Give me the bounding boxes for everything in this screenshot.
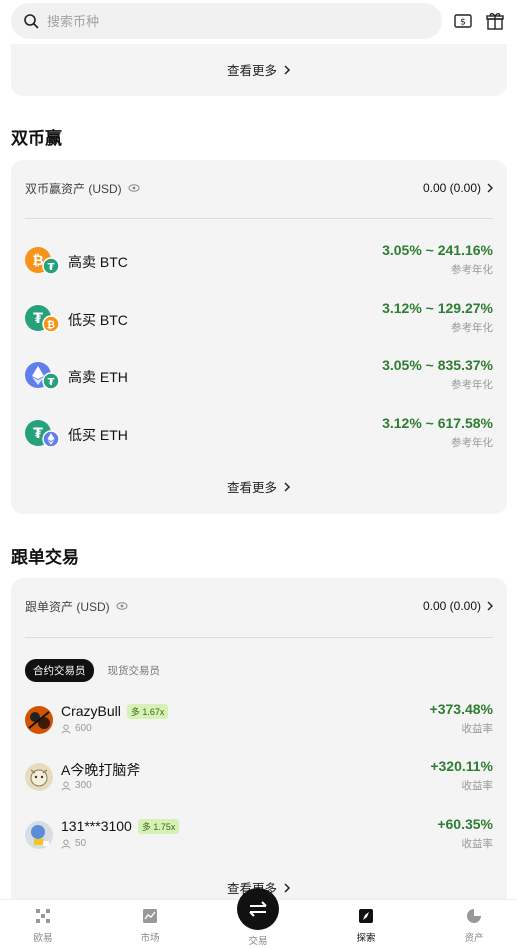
- search-input[interactable]: [47, 13, 407, 29]
- nav-item-assets[interactable]: 资产: [444, 908, 504, 944]
- trader-row[interactable]: CrazyBull 多 1.67x 600 +373.48% 收益率: [25, 701, 493, 741]
- svg-text:₮: ₮: [33, 426, 43, 442]
- btc-usdt-pair-icon: ₿ ₮: [25, 247, 60, 275]
- product-apr-label: 参考年化: [451, 264, 493, 276]
- trader-name: 131***3100: [61, 818, 132, 834]
- product-name: 低买 BTC: [68, 312, 128, 328]
- explore-compass-icon: [359, 909, 373, 923]
- divider: [25, 218, 493, 219]
- eth-usdt-pair-icon: ₮: [25, 362, 60, 390]
- gift-icon[interactable]: [485, 11, 505, 31]
- product-apr: 3.05% ~ 241.16%: [382, 242, 493, 258]
- nav-label: 欧易: [33, 933, 53, 944]
- dual-product-row[interactable]: ₮ ₿ 低买 BTC 3.12% ~ 129.27% 参考年化: [25, 298, 493, 338]
- search-icon: [24, 14, 39, 29]
- dollar-voucher-icon[interactable]: $: [453, 11, 473, 31]
- product-apr-label: 参考年化: [451, 322, 493, 334]
- product-name: 低买 ETH: [68, 427, 128, 443]
- follower-count: 50: [75, 838, 87, 849]
- follower-count: 300: [75, 780, 92, 791]
- divider: [25, 637, 493, 638]
- nav-label: 交易: [248, 936, 268, 947]
- svg-text:₿: ₿: [32, 253, 43, 269]
- user-icon: [61, 839, 71, 849]
- avatar: [25, 763, 53, 791]
- trader-return-label: 收益率: [461, 838, 494, 850]
- nav-label: 探索: [356, 933, 376, 944]
- chevron-right-icon: [284, 64, 291, 75]
- nav-label: 市场: [140, 933, 160, 944]
- usdt-btc-pair-icon: ₮ ₿: [25, 305, 60, 333]
- nav-item-market[interactable]: 市场: [120, 908, 180, 944]
- trader-name: CrazyBull: [61, 703, 121, 719]
- user-icon: [61, 724, 71, 734]
- copy-asset-row[interactable]: 跟单资产 (USD) 0.00 (0.00): [25, 596, 493, 616]
- leverage-badge: 多 1.75x: [137, 818, 180, 834]
- trader-return: +60.35%: [437, 816, 493, 832]
- trader-row[interactable]: 131***3100 多 1.75x 50 +60.35% 收益率: [25, 816, 493, 856]
- trader-row[interactable]: A今晚打脑斧 300 +320.11% 收益率: [25, 758, 493, 798]
- dual-asset-label: 双币赢资产 (USD): [25, 181, 122, 196]
- trader-return-label: 收益率: [461, 780, 494, 792]
- tab-spot-traders[interactable]: 现货交易员: [108, 663, 161, 678]
- dual-section-title: 双币赢: [11, 129, 62, 148]
- chevron-right-icon: [284, 481, 291, 492]
- trader-name: A今晚打脑斧: [61, 762, 141, 778]
- search-bar[interactable]: [11, 3, 442, 39]
- trader-return-label: 收益率: [461, 723, 494, 735]
- dual-card: 双币赢资产 (USD) 0.00 (0.00) ₿ ₮ 高卖 BTC 3.05% …: [11, 160, 507, 514]
- trader-type-tabs: 合约交易员 现货交易员: [25, 659, 160, 682]
- trader-return: +373.48%: [429, 701, 493, 717]
- product-apr: 3.05% ~ 835.37%: [382, 357, 493, 373]
- market-chart-icon: [143, 909, 157, 923]
- trader-return: +320.11%: [430, 758, 493, 774]
- dual-see-more-button[interactable]: 查看更多: [11, 477, 507, 496]
- assets-pie-icon: [467, 909, 481, 923]
- nav-label: 资产: [464, 933, 484, 944]
- copy-section-title: 跟单交易: [11, 548, 79, 567]
- nav-item-trade[interactable]: 交易: [228, 933, 288, 947]
- dual-product-row[interactable]: ₿ ₮ 高卖 BTC 3.05% ~ 241.16% 参考年化: [25, 240, 493, 280]
- user-icon: [61, 781, 71, 791]
- avatar: [25, 821, 53, 849]
- nav-item-okx[interactable]: 欧易: [13, 908, 73, 944]
- dual-asset-row[interactable]: 双币赢资产 (USD) 0.00 (0.00): [25, 178, 493, 198]
- top-bar: $: [0, 0, 517, 44]
- svg-text:₿: ₿: [47, 319, 55, 331]
- copy-asset-label: 跟单资产 (USD): [25, 599, 110, 614]
- product-apr: 3.12% ~ 129.27%: [382, 300, 493, 316]
- chevron-right-icon: [487, 601, 493, 611]
- see-more-label: 查看更多: [226, 64, 277, 78]
- dual-asset-value: 0.00 (0.00): [422, 181, 481, 195]
- product-apr-label: 参考年化: [451, 379, 493, 391]
- chevron-right-icon: [487, 183, 493, 193]
- dual-product-row[interactable]: ₮ 高卖 ETH 3.05% ~ 835.37% 参考年化: [25, 355, 493, 395]
- chevron-right-icon: [284, 882, 291, 893]
- product-apr-label: 参考年化: [451, 437, 493, 449]
- product-name: 高卖 BTC: [68, 254, 128, 270]
- product-name: 高卖 ETH: [68, 369, 128, 385]
- svg-text:$: $: [460, 18, 466, 28]
- svg-text:₮: ₮: [33, 311, 43, 327]
- usdt-eth-pair-icon: ₮: [25, 420, 60, 448]
- avatar: [25, 706, 53, 734]
- svg-text:₮: ₮: [48, 262, 55, 273]
- trade-center-button[interactable]: [237, 888, 279, 930]
- dual-product-row[interactable]: ₮ 低买 ETH 3.12% ~ 617.58% 参考年化: [25, 413, 493, 453]
- trade-swap-icon: [249, 901, 267, 917]
- follower-count: 600: [75, 723, 92, 734]
- eye-icon[interactable]: [128, 183, 140, 193]
- nav-item-explore[interactable]: 探索: [336, 908, 396, 944]
- copy-asset-value: 0.00 (0.00): [422, 599, 481, 613]
- top-see-more-button[interactable]: 查看更多: [11, 60, 507, 79]
- leverage-badge: 多 1.67x: [126, 703, 169, 719]
- eye-icon[interactable]: [116, 601, 128, 611]
- product-apr: 3.12% ~ 617.58%: [382, 415, 493, 431]
- svg-text:₮: ₮: [48, 377, 55, 388]
- copy-card: 跟单资产 (USD) 0.00 (0.00) 合约交易员 现货交易员 Crazy…: [11, 578, 507, 908]
- see-more-label: 查看更多: [226, 481, 277, 495]
- top-card: 查看更多: [11, 44, 507, 96]
- okx-logo-icon: [36, 909, 50, 923]
- tab-futures-traders[interactable]: 合约交易员: [25, 659, 94, 682]
